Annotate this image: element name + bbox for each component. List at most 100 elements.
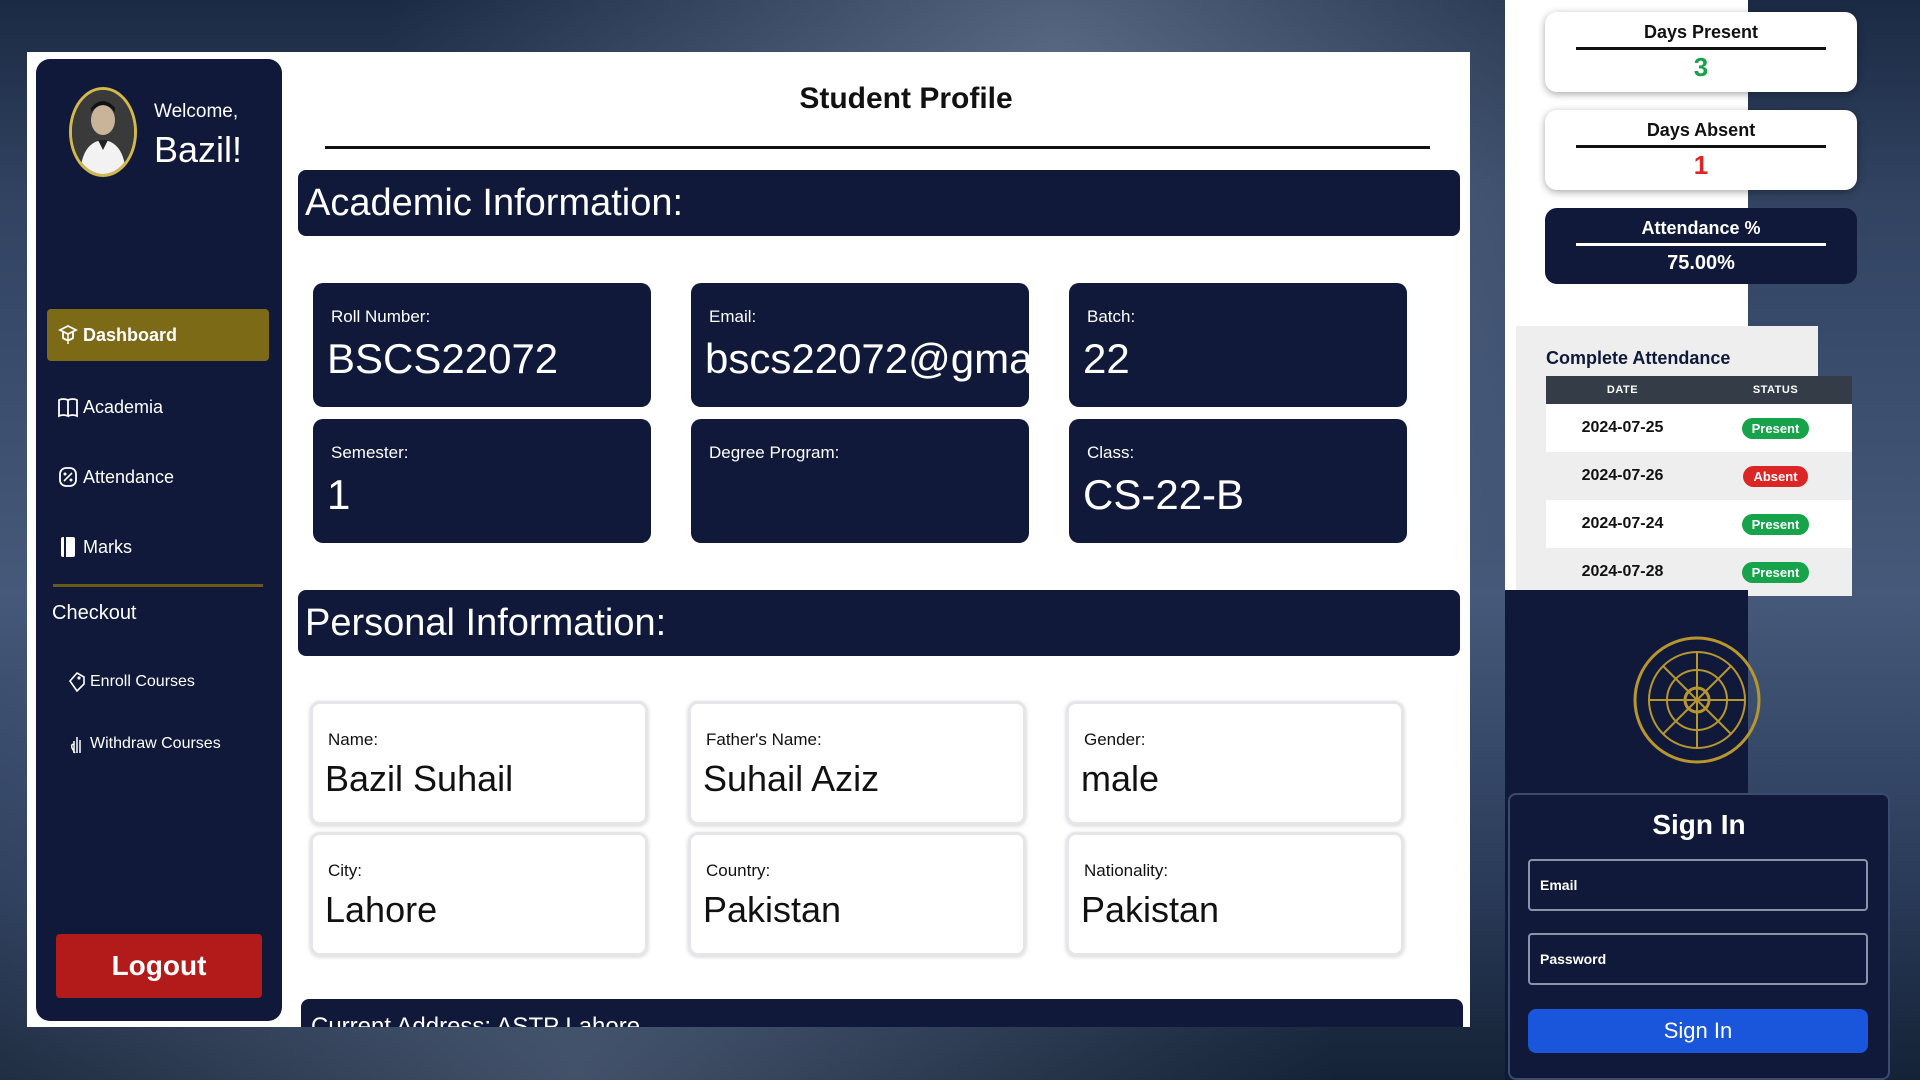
- attendance-table-header: DATE STATUS: [1546, 376, 1852, 404]
- book-icon: [53, 396, 83, 418]
- welcome-text: Welcome,: [154, 101, 239, 122]
- title-divider: [325, 146, 1430, 149]
- days-present-divider: [1576, 47, 1826, 50]
- name-card: Name: Bazil Suhail: [310, 701, 648, 825]
- days-absent-divider: [1576, 145, 1826, 148]
- batch-card: Batch: 22: [1069, 283, 1407, 407]
- field-label: Country:: [706, 861, 771, 880]
- address-section: Current Address: ASTP Lahore: [301, 999, 1463, 1027]
- field-value: bscs22072@gmail.com: [705, 335, 1029, 382]
- nav-academia-label: Academia: [83, 396, 164, 417]
- field-value: 22: [1083, 335, 1130, 382]
- profile-window: Welcome, Bazil! Dashboard Academia Atten…: [27, 52, 1470, 1027]
- nav-dashboard-label: Dashboard: [83, 324, 178, 345]
- attendance-percent-divider: [1576, 243, 1826, 246]
- withdraw-courses-link[interactable]: Withdraw Courses: [66, 729, 221, 759]
- attendance-percent-label: Attendance %: [1641, 218, 1761, 238]
- field-label: Gender:: [1084, 730, 1146, 749]
- degree-program-card: Degree Program:: [691, 419, 1029, 543]
- tag-icon: [66, 671, 88, 693]
- complete-attendance-title: Complete Attendance: [1546, 348, 1731, 368]
- class-card: Class: CS-22-B: [1069, 419, 1407, 543]
- col-status: STATUS: [1699, 376, 1852, 404]
- col-date: DATE: [1546, 376, 1699, 404]
- nav-attendance[interactable]: Attendance: [47, 451, 269, 503]
- field-value: Pakistan: [703, 889, 842, 930]
- table-row: 2024-07-25 Present: [1546, 404, 1852, 452]
- field-value: Suhail Aziz: [703, 758, 880, 799]
- field-label: Batch:: [1087, 307, 1136, 326]
- nav-marks-label: Marks: [83, 536, 132, 557]
- days-present-value: 3: [1693, 52, 1709, 82]
- nationality-card: Nationality: Pakistan: [1066, 832, 1404, 956]
- days-absent-card: Days Absent 1: [1545, 110, 1857, 190]
- password-field[interactable]: [1528, 933, 1868, 985]
- field-value: BSCS22072: [327, 335, 559, 382]
- attendance-percent-card: Attendance % 75.00%: [1545, 208, 1857, 284]
- notebook-icon: [53, 536, 83, 558]
- signin-title: Sign In: [1652, 809, 1746, 840]
- signin-form: Sign In Sign In: [1508, 793, 1890, 1080]
- field-label: Father's Name:: [706, 730, 822, 749]
- withdraw-courses-label: Withdraw Courses: [90, 735, 221, 752]
- gender-card: Gender: male: [1066, 701, 1404, 825]
- field-label: Class:: [1087, 443, 1135, 462]
- field-label: Semester:: [331, 443, 409, 462]
- days-present-card: Days Present 3: [1545, 12, 1857, 92]
- field-label: City:: [328, 861, 362, 880]
- logout-button[interactable]: Logout: [56, 934, 262, 998]
- sidebar-divider: [53, 584, 263, 587]
- academic-info-header: Academic Information:: [298, 170, 1460, 236]
- field-value: CS-22-B: [1083, 471, 1245, 518]
- field-label: Degree Program:: [709, 443, 840, 462]
- status-badge: Present: [1741, 513, 1810, 535]
- enroll-courses-label: Enroll Courses: [90, 673, 195, 690]
- table-row: 2024-07-26 Absent: [1546, 452, 1852, 500]
- status-badge: Present: [1741, 417, 1810, 439]
- table-row: 2024-07-24 Present: [1546, 500, 1852, 548]
- days-present-label: Days Present: [1643, 22, 1759, 42]
- days-absent-label: Days Absent: [1646, 120, 1756, 140]
- nav-attendance-label: Attendance: [83, 466, 175, 487]
- field-value: Pakistan: [1081, 889, 1220, 930]
- sidebar: Welcome, Bazil! Dashboard Academia Atten…: [36, 59, 282, 1021]
- nav-academia[interactable]: Academia: [47, 381, 269, 433]
- attendance-table: DATE STATUS 2024-07-25 Present 2024-07-2…: [1546, 376, 1852, 596]
- country-card: Country: Pakistan: [688, 832, 1026, 956]
- row-date: 2024-07-24: [1546, 500, 1699, 548]
- avatar: [69, 87, 137, 177]
- table-row: 2024-07-28 Present: [1546, 548, 1852, 596]
- semester-card: Semester: 1: [313, 419, 651, 543]
- field-label: Name:: [328, 730, 379, 749]
- page-title: Student Profile: [799, 82, 1013, 115]
- status-badge: Absent: [1743, 465, 1808, 487]
- row-date: 2024-07-28: [1546, 548, 1699, 596]
- enroll-courses-link[interactable]: Enroll Courses: [66, 667, 195, 697]
- email-field[interactable]: [1528, 859, 1868, 911]
- attendance-percent-value: 75.00%: [1667, 252, 1735, 274]
- status-badge: Present: [1741, 561, 1810, 583]
- field-label: Nationality:: [1084, 861, 1169, 880]
- email-card: Email: bscs22072@gmail.com: [691, 283, 1029, 407]
- hand-icon: [66, 733, 88, 755]
- username: Bazil!: [154, 129, 243, 170]
- field-label: Roll Number:: [331, 307, 431, 326]
- fathers-name-card: Father's Name: Suhail Aziz: [688, 701, 1026, 825]
- university-seal-icon: [1633, 636, 1761, 764]
- address-text: Current Address: ASTP Lahore: [311, 1013, 641, 1027]
- field-value: male: [1081, 758, 1160, 799]
- field-value: 1: [327, 471, 351, 518]
- field-value: Bazil Suhail: [325, 758, 514, 799]
- personal-info-header: Personal Information:: [298, 590, 1460, 656]
- city-card: City: Lahore: [310, 832, 648, 956]
- nav-marks[interactable]: Marks: [47, 521, 269, 573]
- percent-badge-icon: [53, 466, 83, 488]
- nav-dashboard[interactable]: Dashboard: [47, 309, 269, 361]
- row-date: 2024-07-26: [1546, 452, 1699, 500]
- signin-button[interactable]: Sign In: [1528, 1009, 1868, 1053]
- checkout-heading: Checkout: [52, 602, 137, 624]
- days-absent-value: 1: [1693, 150, 1709, 180]
- roll-number-card: Roll Number: BSCS22072: [313, 283, 651, 407]
- field-value: Lahore: [325, 889, 438, 930]
- graduation-cap-icon: [53, 324, 83, 346]
